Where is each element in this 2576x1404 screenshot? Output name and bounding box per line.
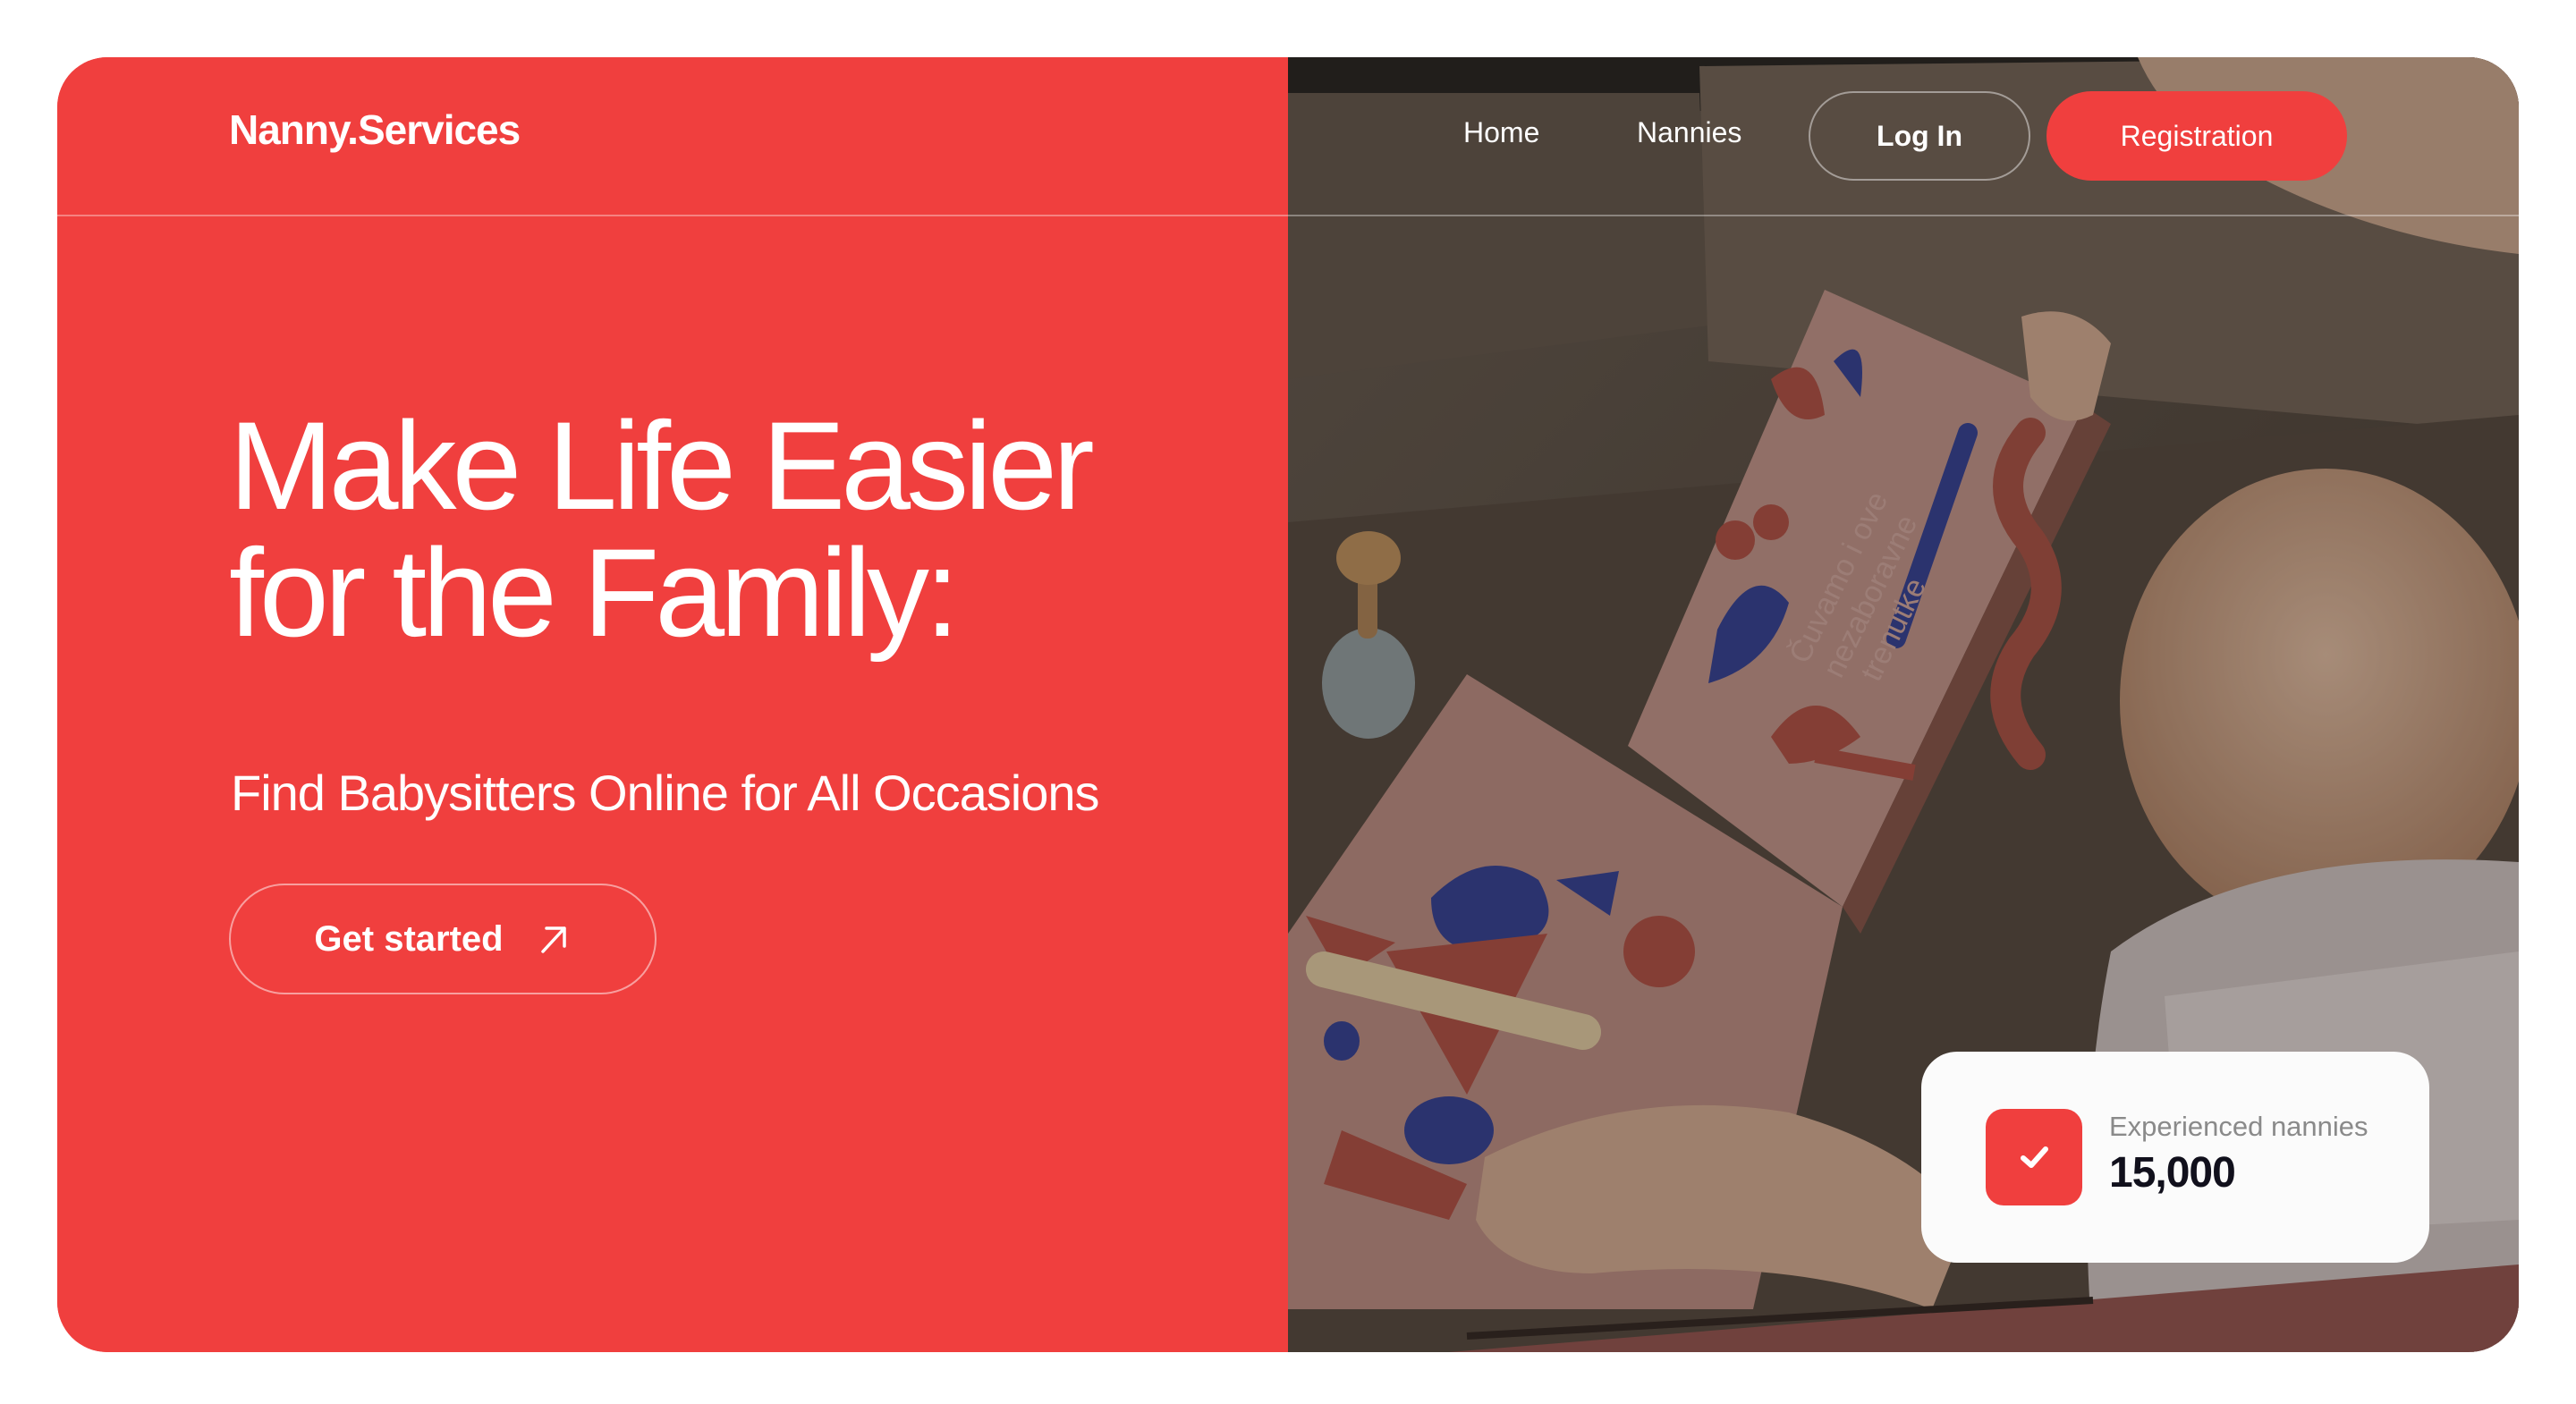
registration-button[interactable]: Registration [2046, 91, 2347, 181]
header-divider [57, 215, 2519, 216]
get-started-label: Get started [314, 918, 504, 959]
check-badge [1986, 1109, 2082, 1205]
login-button[interactable]: Log In [1809, 91, 2030, 181]
hero-left-panel [57, 57, 1288, 1352]
check-icon [2021, 1146, 2048, 1168]
get-started-button[interactable]: Get started [229, 884, 657, 994]
stat-value: 15,000 [2109, 1149, 2236, 1197]
hero-headline: Make Life Easier for the Family: [229, 402, 1258, 656]
stat-label: Experienced nannies [2109, 1111, 2368, 1142]
nav-home-link[interactable]: Home [1463, 116, 1539, 149]
nav-nannies-link[interactable]: Nannies [1637, 116, 1741, 149]
hero-headline-line-2: for the Family: [229, 522, 960, 663]
hero-subheadline: Find Babysitters Online for All Occasion… [231, 765, 1100, 821]
arrow-up-right-icon [540, 926, 566, 953]
hero-frame: Čuvamo i ove nezaboravne trenutke Nanny.… [57, 57, 2519, 1352]
experienced-nannies-card: Experienced nannies 15,000 [1921, 1052, 2429, 1263]
hero-headline-line-1: Make Life Easier [229, 395, 1095, 536]
site-logo[interactable]: Nanny.Services [229, 106, 521, 154]
